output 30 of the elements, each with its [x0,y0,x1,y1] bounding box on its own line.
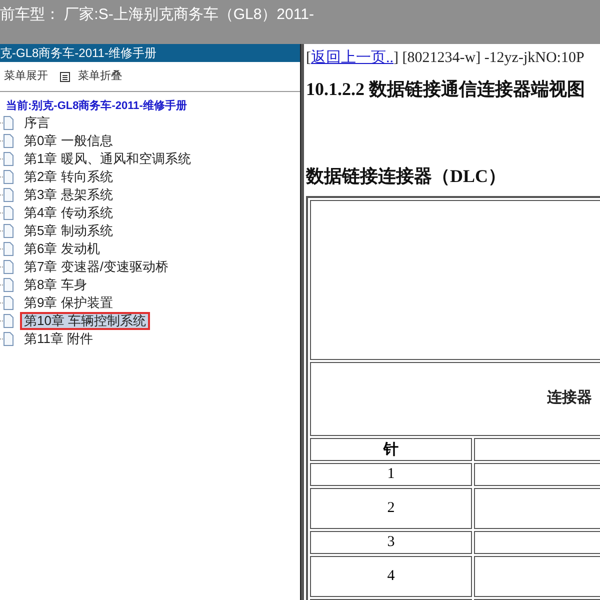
menu-toolbar-button[interactable]: 菜单折叠 [60,68,122,85]
section-title: 数据链接连接器（DLC） [306,164,508,188]
page-title: 10.1.2.2 数据链接通信连接器端视图 [306,78,586,100]
tree-item[interactable]: 第2章 转向系统 [20,167,117,187]
menu-toolbar-button[interactable]: 菜单展开 [4,68,48,85]
table-cell: 2 [310,488,472,528]
tree-item[interactable]: 第9章 保护装置 [20,293,117,313]
table-cell: 1 [310,462,472,486]
tree-item[interactable]: 第5章 制动系统 [20,221,117,241]
tree-item[interactable]: 第11章 附件 [20,329,98,349]
tree-item[interactable]: 序言 [20,113,54,133]
tree-item[interactable]: 第6章 发动机 [20,239,104,259]
tree-item[interactable]: 第8章 车身 [20,275,91,295]
table-cell: 3 [310,530,472,554]
tree-item[interactable]: 第3章 悬架系统 [20,185,117,205]
tree-item[interactable]: 第0章 一般信息 [20,131,117,151]
table-caption: 连接器 [547,388,593,408]
bracket: [ [306,50,311,66]
collapse-icon [60,72,70,82]
tree-item[interactable]: 第10章 车辆控制系统 [20,312,150,330]
manual-header: 克-GL8商务车-2011-维修手册 [0,44,300,62]
tree-item[interactable]: 第1章 暖风、通风和空调系统 [20,149,195,169]
document-code: ] [8021234-w] -12yz-jkNO:10P [394,50,584,66]
back-link[interactable]: 返回上一页.. [311,50,394,66]
current-path: 当前:别克-GL8商务车-2011-维修手册 [6,98,188,114]
table-cell: 4 [310,556,472,596]
car-model-title: 前车型： 厂家:S-上海别克商务车（GL8）2011- [0,5,314,25]
tree-item[interactable]: 第4章 传动系统 [20,203,117,223]
table-header-cell: 针 [310,438,472,460]
tree-item[interactable]: 第7章 变速器/变速驱动桥 [20,257,172,277]
